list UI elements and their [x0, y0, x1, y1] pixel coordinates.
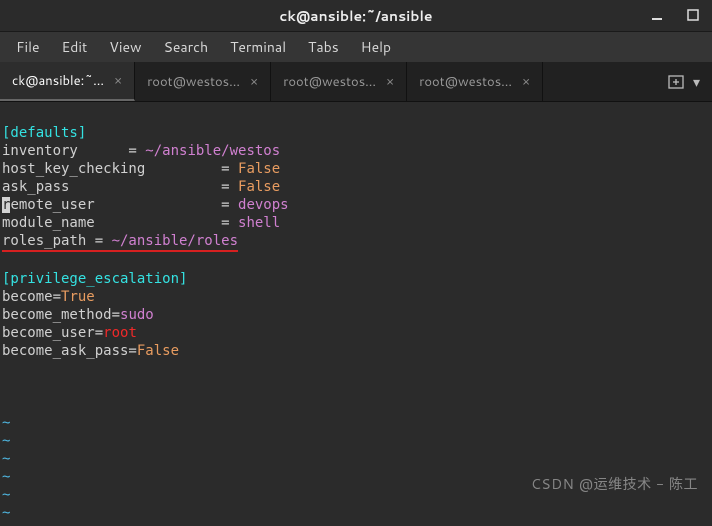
- tab-label: ck@ansible:~...: [12, 72, 104, 90]
- cfg-key: roles_path =: [2, 233, 112, 249]
- terminal-content[interactable]: [defaults] inventory = ~/ansible/westos …: [0, 102, 712, 526]
- cfg-value: True: [61, 289, 95, 305]
- menu-tabs[interactable]: Tabs: [298, 33, 349, 61]
- cfg-value: False: [238, 179, 280, 195]
- tab-4[interactable]: root@westos... ×: [407, 62, 543, 101]
- window-controls: [646, 4, 704, 26]
- menu-edit[interactable]: Edit: [52, 33, 98, 61]
- menu-view[interactable]: View: [99, 33, 151, 61]
- maximize-button[interactable]: [682, 4, 704, 26]
- close-icon[interactable]: ×: [114, 72, 122, 90]
- tab-2[interactable]: root@westos... ×: [135, 62, 271, 101]
- titlebar: ck@ansible:~/ansible: [0, 0, 712, 32]
- highlighted-line: roles_path = ~/ansible/roles: [2, 232, 238, 252]
- cfg-key: inventory =: [2, 143, 145, 159]
- tab-overflow[interactable]: ▾: [655, 62, 712, 101]
- menu-search[interactable]: Search: [154, 33, 219, 61]
- cfg-value: sudo: [120, 307, 154, 323]
- cfg-value: root: [103, 325, 137, 341]
- close-icon[interactable]: ×: [386, 73, 394, 91]
- tab-1[interactable]: ck@ansible:~... ×: [0, 62, 135, 101]
- cfg-value: shell: [238, 215, 280, 231]
- tab-label: root@westos...: [283, 73, 376, 91]
- menu-file[interactable]: File: [6, 33, 50, 61]
- cfg-key: ask_pass =: [2, 179, 238, 195]
- menu-help[interactable]: Help: [351, 33, 401, 61]
- cfg-value: ~/ansible/westos: [145, 143, 280, 159]
- close-icon[interactable]: ×: [250, 73, 258, 91]
- vim-tilde: ~: [2, 469, 10, 485]
- section-header: [privilege_escalation]: [2, 271, 187, 287]
- new-tab-icon: [667, 73, 685, 91]
- watermark: CSDN @运维技术 - 陈工: [531, 474, 698, 494]
- menubar: File Edit View Search Terminal Tabs Help: [0, 32, 712, 62]
- cfg-value: False: [137, 343, 179, 359]
- cfg-key: become_user=: [2, 325, 103, 341]
- vim-tilde: ~: [2, 451, 10, 467]
- vim-tilde: ~: [2, 433, 10, 449]
- tab-label: root@westos...: [147, 73, 240, 91]
- tab-3[interactable]: root@westos... ×: [271, 62, 407, 101]
- cfg-key: emote_user =: [10, 197, 238, 213]
- close-icon[interactable]: ×: [522, 73, 530, 91]
- cfg-value: devops: [238, 197, 289, 213]
- vim-tilde: ~: [2, 415, 10, 431]
- vim-tilde: ~: [2, 487, 10, 503]
- menu-terminal[interactable]: Terminal: [220, 33, 296, 61]
- window-title: ck@ansible:~/ansible: [279, 6, 432, 26]
- section-header: [defaults]: [2, 125, 86, 141]
- cfg-key: module_name =: [2, 215, 238, 231]
- tab-bar: ck@ansible:~... × root@westos... × root@…: [0, 62, 712, 102]
- cfg-key: become_ask_pass=: [2, 343, 137, 359]
- cfg-key: become=: [2, 289, 61, 305]
- cfg-key: host_key_checking =: [2, 161, 238, 177]
- cfg-key: become_method=: [2, 307, 120, 323]
- tab-label: root@westos...: [419, 73, 512, 91]
- cfg-value: False: [238, 161, 280, 177]
- vim-tilde: ~: [2, 505, 10, 521]
- chevron-down-icon: ▾: [693, 72, 700, 92]
- cfg-value: ~/ansible/roles: [112, 233, 238, 249]
- minimize-button[interactable]: [646, 4, 668, 26]
